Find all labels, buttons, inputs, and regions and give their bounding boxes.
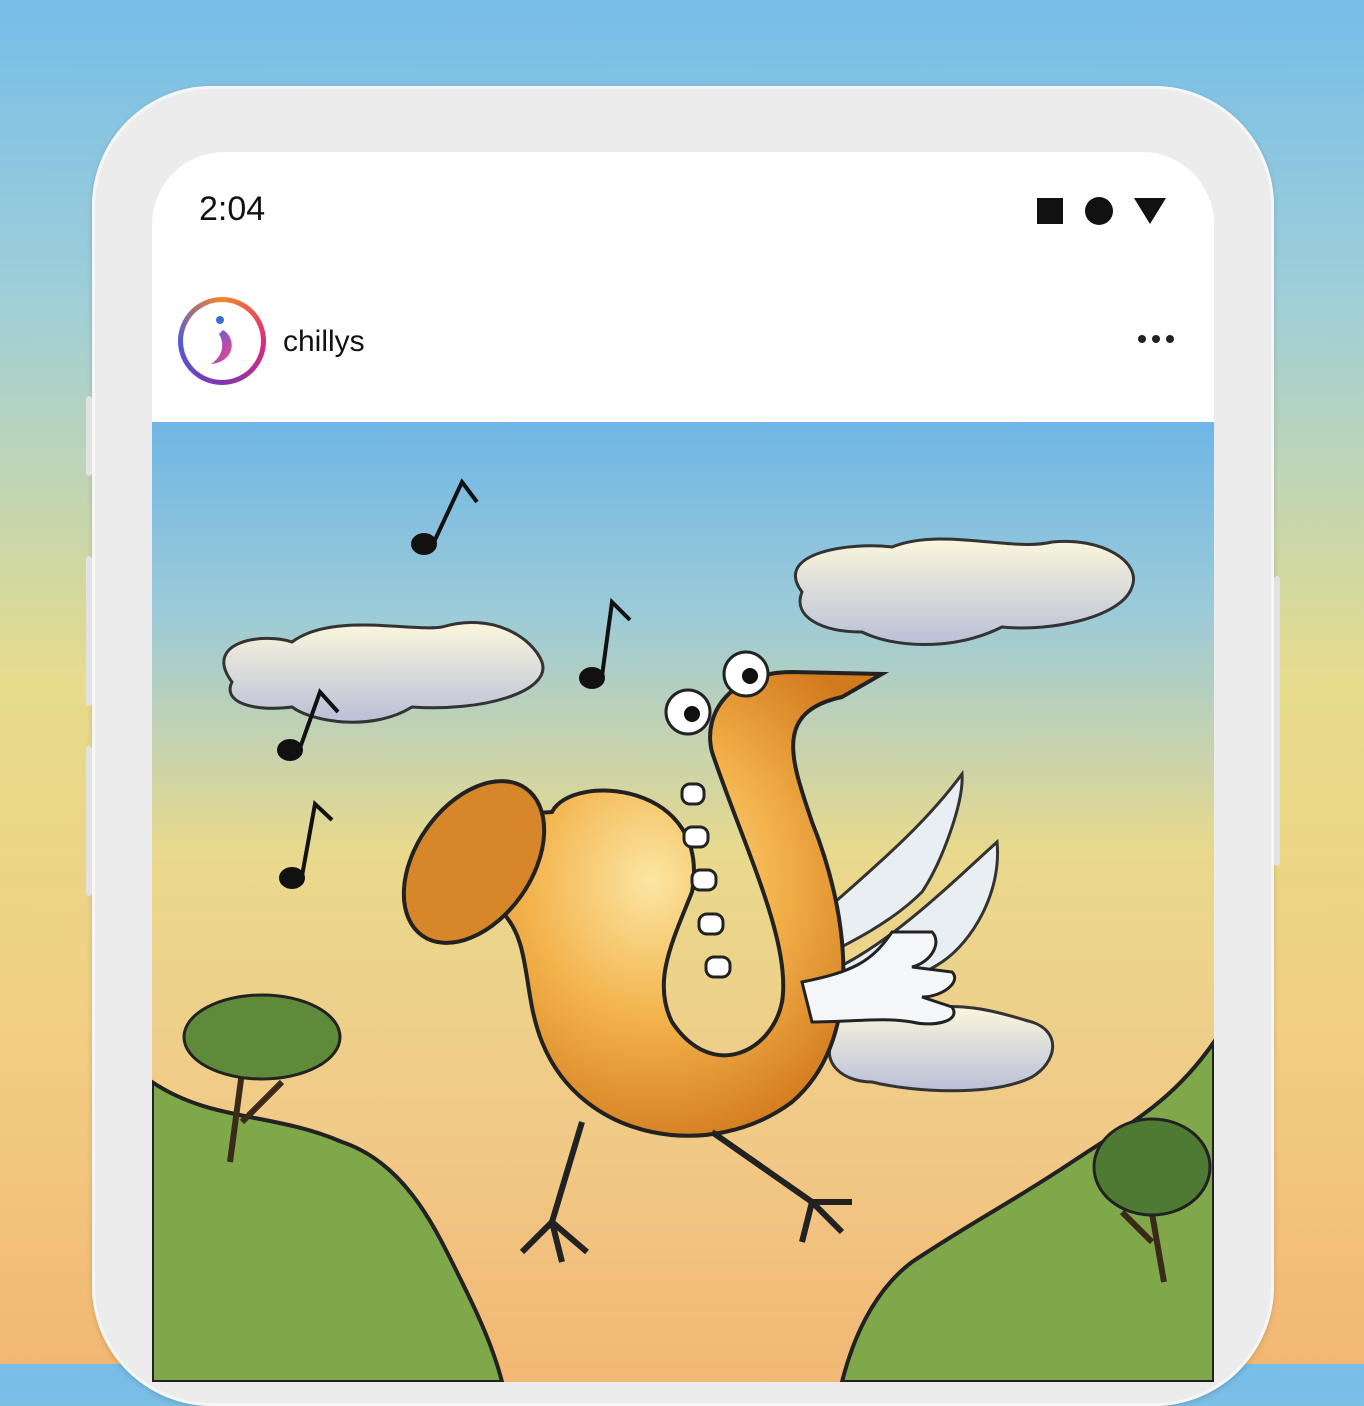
post-image[interactable] xyxy=(152,422,1214,1382)
phone-screen: 2:04 chillys xyxy=(152,152,1214,1382)
post-header: chillys xyxy=(152,297,1214,397)
status-icons xyxy=(1036,196,1166,226)
more-options-icon[interactable] xyxy=(1138,319,1174,359)
power-button xyxy=(1274,576,1280,866)
triangle-icon xyxy=(1134,198,1166,224)
volume-down-button xyxy=(86,746,92,896)
volume-up-button xyxy=(86,556,92,706)
silent-switch xyxy=(86,396,92,476)
status-bar: 2:04 xyxy=(152,152,1214,272)
avatar[interactable] xyxy=(178,297,266,385)
chillys-logo-icon xyxy=(211,316,232,364)
square-icon xyxy=(1037,198,1063,224)
post-username[interactable]: chillys xyxy=(283,325,365,359)
circle-icon xyxy=(1085,197,1113,225)
status-time: 2:04 xyxy=(199,190,266,228)
